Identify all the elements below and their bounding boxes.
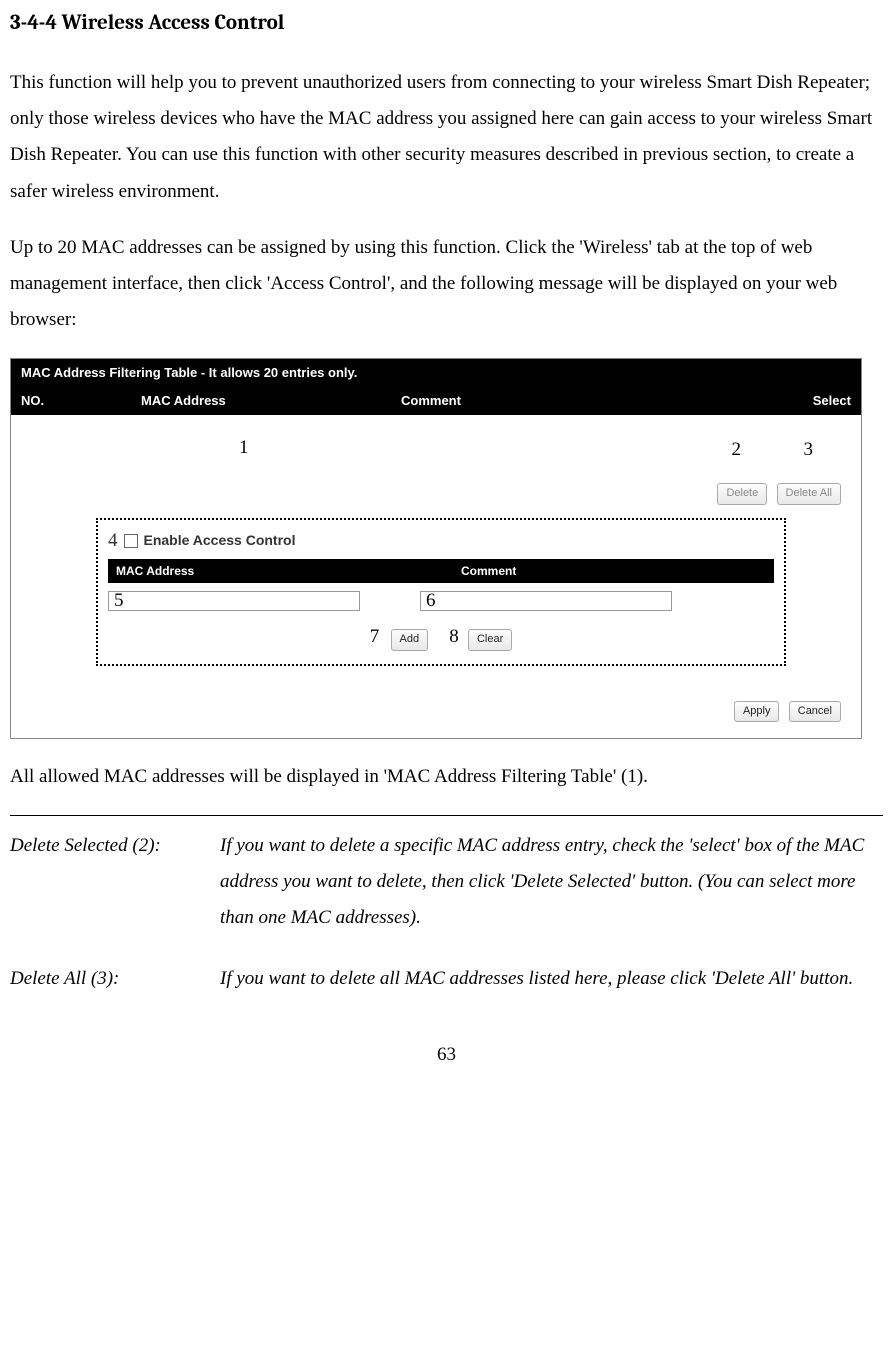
sub-header-comment: Comment [421, 563, 766, 580]
sub-header-mac: MAC Address [116, 563, 421, 580]
cancel-button[interactable]: Cancel [789, 701, 841, 722]
delete-button[interactable]: Delete [717, 483, 767, 504]
page-number: 63 [10, 1037, 883, 1073]
def-text-delete-all: If you want to delete all MAC addresses … [220, 961, 883, 997]
delete-all-button[interactable]: Delete All [777, 483, 841, 504]
add-entry-panel: 4 Enable Access Control MAC Address Comm… [96, 518, 786, 666]
paragraph-intro: This function will help you to prevent u… [10, 65, 883, 209]
footer-button-row: Apply Cancel [11, 676, 861, 728]
callout-1: 1 [239, 435, 249, 462]
header-select: Select [791, 392, 851, 410]
screenshot-container: MAC Address Filtering Table - It allows … [10, 358, 862, 739]
comment-input[interactable] [420, 591, 672, 611]
header-mac: MAC Address [141, 392, 401, 410]
paragraph-after-screenshot: All allowed MAC addresses will be displa… [10, 759, 883, 795]
definition-delete-selected: Delete Selected (2): If you want to dele… [10, 828, 883, 936]
divider-line [10, 815, 883, 816]
table-body-empty: 1 2 3 [11, 415, 861, 475]
callout-7: 7 [370, 626, 380, 647]
callout-5: 5 [114, 588, 124, 615]
callout-4: 4 [108, 528, 118, 555]
enable-access-label: Enable Access Control [144, 531, 296, 551]
section-heading: 3-4-4 Wireless Access Control [10, 10, 883, 37]
def-label-delete-selected: Delete Selected (2): [10, 828, 220, 936]
title-bar: MAC Address Filtering Table - It allows … [11, 359, 861, 387]
add-button[interactable]: Add [391, 629, 429, 650]
callout-6: 6 [426, 588, 436, 615]
header-comment: Comment [401, 392, 791, 410]
clear-button[interactable]: Clear [468, 629, 512, 650]
callout-3: 3 [804, 437, 814, 464]
header-no: NO. [21, 392, 141, 410]
def-text-delete-selected: If you want to delete a specific MAC add… [220, 828, 883, 936]
callout-2: 2 [732, 437, 742, 464]
paragraph-instruction: Up to 20 MAC addresses can be assigned b… [10, 230, 883, 338]
delete-button-row: Delete Delete All [11, 475, 861, 508]
table-header-row: NO. MAC Address Comment Select [11, 387, 861, 415]
apply-button[interactable]: Apply [734, 701, 780, 722]
mac-address-input[interactable] [108, 591, 360, 611]
callout-8: 8 [449, 626, 459, 647]
def-label-delete-all: Delete All (3): [10, 961, 220, 997]
definition-delete-all: Delete All (3): If you want to delete al… [10, 961, 883, 997]
sub-header-row: MAC Address Comment [108, 559, 774, 584]
enable-access-checkbox[interactable] [124, 534, 138, 548]
